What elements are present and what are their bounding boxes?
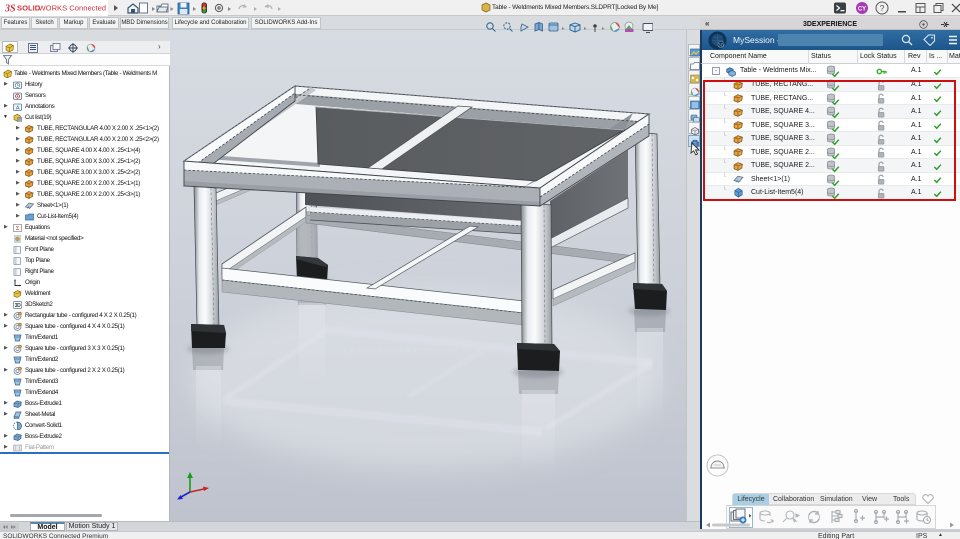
svg-text:CY: CY: [858, 7, 866, 13]
svg-text:?: ?: [880, 3, 885, 13]
svg-text:WORKS Connected: WORKS Connected: [39, 4, 107, 13]
svg-text:3D: 3D: [718, 43, 725, 48]
svg-text:3S: 3S: [4, 4, 16, 15]
svg-text:SOLID: SOLID: [17, 4, 41, 13]
